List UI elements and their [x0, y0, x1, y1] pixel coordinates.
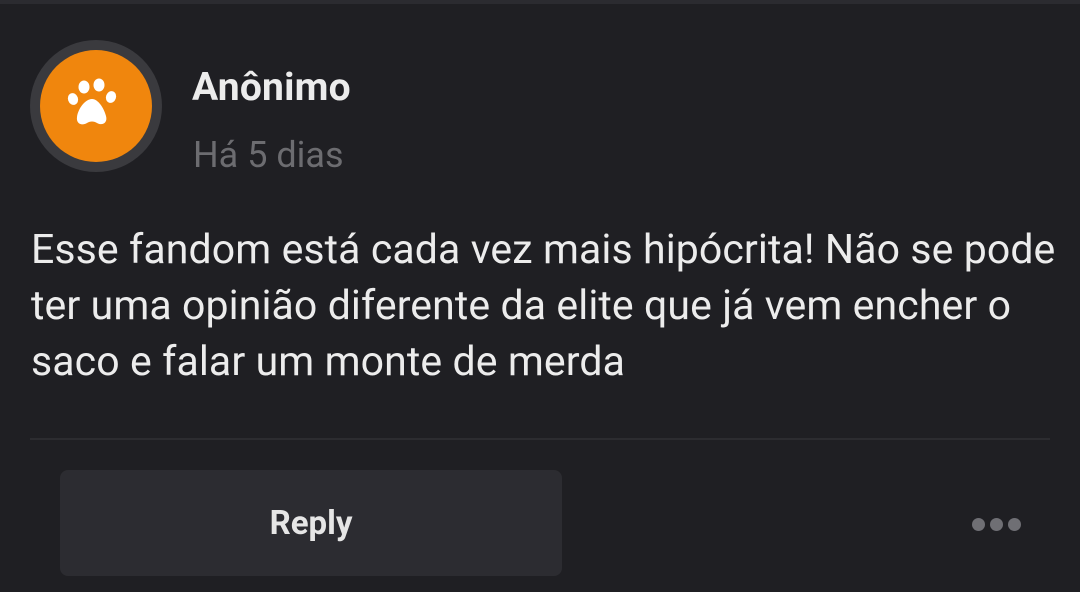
reply-button[interactable]: Reply [60, 470, 562, 576]
comment-timestamp: Há 5 dias [193, 134, 344, 176]
comment-text: Esse fandom está cada vez mais hipócrita… [31, 226, 1056, 386]
more-dot [1007, 517, 1021, 531]
avatar[interactable] [30, 40, 162, 172]
avatar-circle [40, 50, 152, 162]
paw-icon [67, 78, 117, 125]
more-dot [989, 517, 1003, 531]
comment-card: Anônimo Há 5 dias Esse fandom está cada … [0, 0, 1080, 592]
author-name[interactable]: Anônimo [192, 64, 351, 110]
divider [30, 438, 1050, 440]
more-dot [971, 517, 985, 531]
more-options-icon[interactable] [966, 504, 1026, 544]
